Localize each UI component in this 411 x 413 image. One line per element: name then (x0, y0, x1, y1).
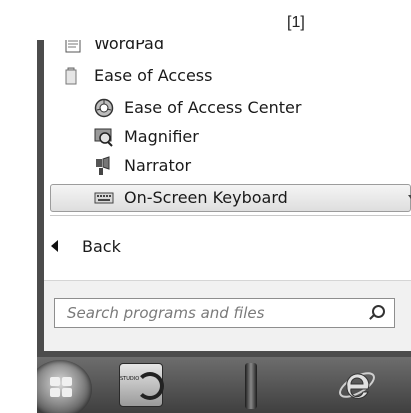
folder-label: Ease of Access (94, 66, 213, 85)
studio-app-icon (136, 372, 164, 400)
search-input[interactable] (67, 304, 347, 322)
program-on-screen-keyboard[interactable]: On-Screen Keyboard (94, 185, 288, 210)
magnifier-icon (94, 127, 114, 147)
folder-ease-of-access[interactable]: Ease of Access (64, 63, 212, 88)
ease-of-access-center-icon (94, 98, 114, 118)
start-menu-panel: WordPad Ease of Access Ease of Access Ce… (44, 40, 411, 351)
search-area (44, 280, 411, 351)
taskbar: STUDIO (37, 357, 411, 413)
back-arrow-icon (51, 240, 58, 252)
program-label: Magnifier (124, 127, 199, 146)
program-label: Narrator (124, 156, 192, 175)
program-narrator[interactable]: Narrator (94, 153, 191, 178)
back-label: Back (82, 236, 121, 256)
back-button[interactable]: Back (44, 226, 411, 266)
wordpad-icon (64, 40, 84, 54)
narrator-icon (94, 155, 114, 176)
callout-number: [1] (287, 14, 305, 31)
start-button[interactable] (37, 360, 92, 413)
program-label: WordPad (94, 40, 165, 53)
all-programs-list: WordPad Ease of Access Ease of Access Ce… (44, 40, 411, 215)
taskbar-remote-app-icon[interactable] (245, 363, 257, 409)
taskbar-studio-app[interactable]: STUDIO (119, 363, 164, 407)
program-wordpad[interactable]: WordPad (64, 40, 164, 56)
program-magnifier[interactable]: Magnifier (94, 124, 199, 149)
program-label: On-Screen Keyboard (124, 188, 288, 207)
windows-logo-icon (50, 377, 74, 399)
divider (50, 215, 411, 216)
folder-icon (64, 66, 84, 86)
program-ease-of-access-center[interactable]: Ease of Access Center (94, 95, 301, 120)
studio-app-label: STUDIO (120, 376, 140, 382)
search-icon[interactable] (368, 305, 385, 321)
program-label: Ease of Access Center (124, 98, 302, 117)
keyboard-icon (94, 188, 114, 208)
search-box[interactable] (54, 298, 395, 328)
internet-explorer-icon[interactable] (335, 363, 379, 407)
start-menu-frame: WordPad Ease of Access Ease of Access Ce… (37, 40, 411, 413)
